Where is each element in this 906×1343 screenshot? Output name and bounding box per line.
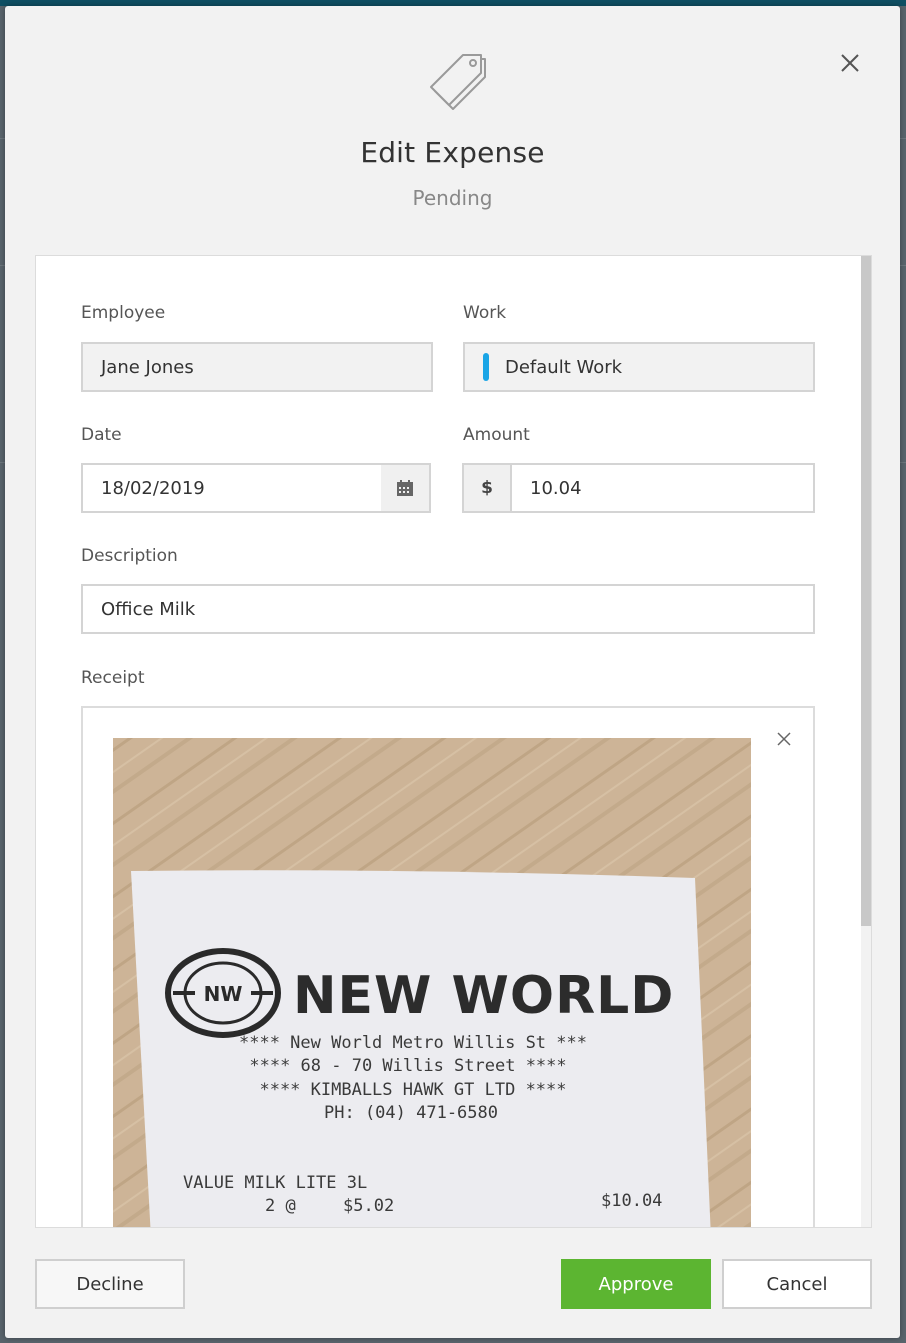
store-name: NEW WORLD [293,966,674,1026]
date-label: Date [81,425,122,445]
description-value: Office Milk [101,598,196,620]
amount-label: Amount [463,425,530,445]
receipt-line: PH: (04) 471-6580 [324,1103,498,1123]
date-value: 18/02/2019 [101,477,205,499]
new-world-logo: NW [165,948,281,1038]
logo-text: NW [204,982,243,1006]
receipt-item-name: VALUE MILK LITE 3L [183,1173,367,1193]
close-icon[interactable] [837,50,863,76]
receipt-container: NW NEW WORLD **** New World Metro Willis… [81,706,815,1228]
receipt-label: Receipt [81,668,145,688]
employee-label: Employee [81,303,166,323]
work-color-marker [483,353,489,381]
amount-value: 10.04 [530,477,582,499]
work-field: Default Work [463,342,815,392]
description-input[interactable]: Office Milk [81,584,815,634]
calendar-icon [397,480,413,496]
calendar-button[interactable] [381,463,431,513]
expense-status: Pending [412,186,493,210]
receipt-item-qty: 2 @ [265,1196,296,1216]
employee-value: Jane Jones [101,356,194,378]
receipt-line: **** KIMBALLS HAWK GT LTD **** [259,1080,566,1100]
amount-input[interactable]: 10.04 [510,463,815,513]
currency-addon: $ [462,463,512,513]
scrollbar-thumb[interactable] [861,256,871,926]
receipt-line: **** 68 - 70 Willis Street **** [249,1056,566,1076]
edit-expense-modal: Edit Expense Pending Employee Jane Jones… [5,6,900,1338]
price-tag-icon [430,54,486,110]
receipt-line: **** New World Metro Willis St *** [239,1033,587,1053]
receipt-item-unit-price: $5.02 [343,1196,394,1216]
receipt-item-total: $10.04 [601,1191,662,1211]
employee-field: Jane Jones [81,342,433,392]
expense-form-panel: Employee Jane Jones Work Default Work Da… [35,255,872,1228]
work-value: Default Work [505,356,623,378]
date-input[interactable]: 18/02/2019 [81,463,383,513]
modal-title: Edit Expense [360,136,545,169]
cancel-button[interactable]: Cancel [722,1259,872,1309]
approve-button[interactable]: Approve [561,1259,711,1309]
receipt-image[interactable]: NW NEW WORLD **** New World Metro Willis… [113,738,751,1228]
decline-button[interactable]: Decline [35,1259,185,1309]
remove-receipt-icon[interactable] [776,731,792,747]
work-label: Work [463,303,507,323]
scrollbar[interactable] [861,256,871,1227]
description-label: Description [81,546,178,566]
